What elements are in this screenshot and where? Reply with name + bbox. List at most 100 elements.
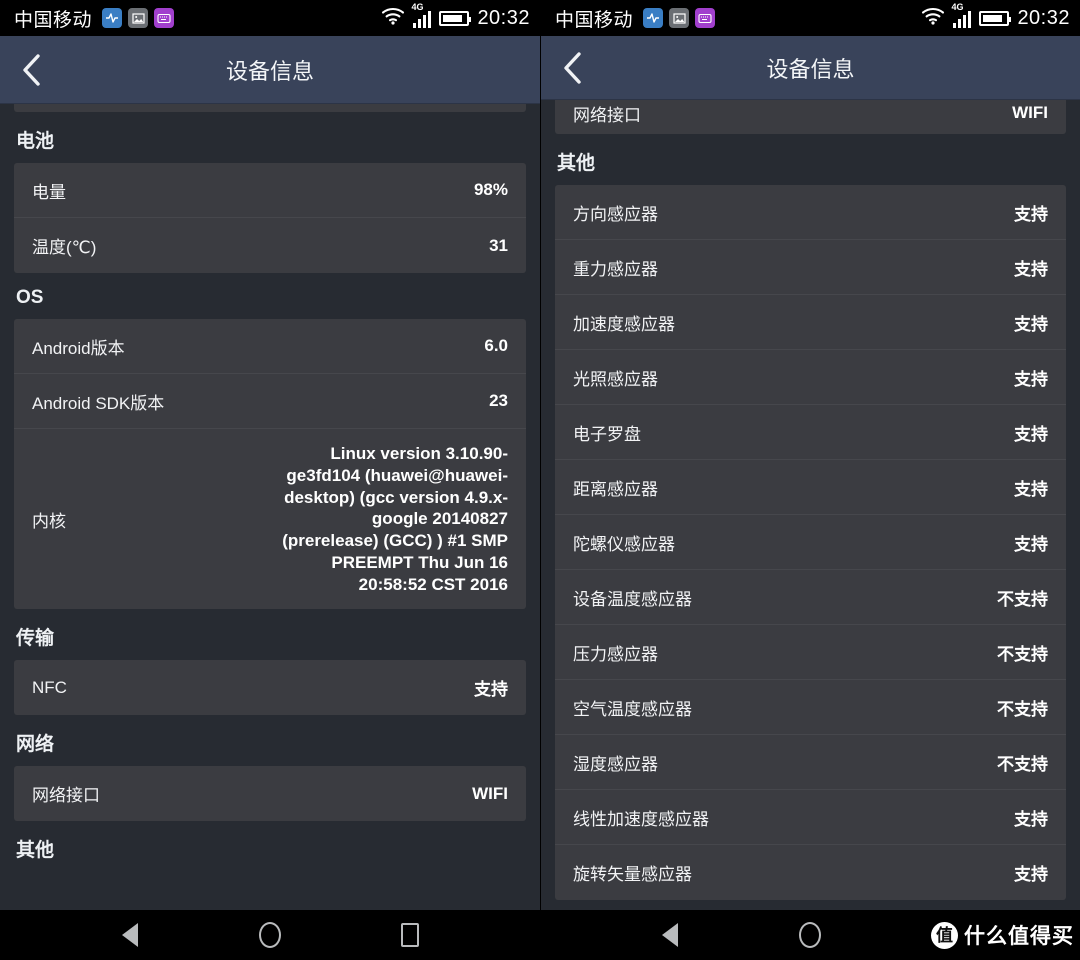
row-key: Android版本 [32,338,125,358]
row-key: 空气温度感应器 [573,699,692,719]
card-network: 网络接口 WIFI [14,766,526,822]
recents-square-icon[interactable] [383,910,437,960]
row-key: 重力感应器 [573,259,658,279]
row-value: 支持 [1014,534,1048,554]
status-notification-icons [643,8,716,28]
table-row[interactable]: 光照感应器 支持 [555,350,1066,405]
row-value: 不支持 [997,699,1048,719]
network-type-label: 4G [411,2,424,12]
right-content-scroll[interactable]: 网络接口 WIFI 其他 方向感应器 支持 重力感应器 支持 加速度感应器 支持 [541,100,1080,960]
row-value: 支持 [1014,204,1048,224]
section-title-battery: 电池 [16,131,55,152]
row-key: Android SDK版本 [32,393,165,413]
row-value: 不支持 [997,644,1048,664]
table-row[interactable]: Android SDK版本 23 [14,374,526,429]
watermark-text: 什么值得买 [964,925,1074,948]
image-badge-icon [128,8,149,28]
battery-icon [439,10,472,26]
clock-label: 20:32 [1017,6,1070,29]
row-value: 支持 [1014,369,1048,389]
signal-bars-icon: 4G [951,3,972,28]
row-value: 31 [489,235,508,255]
row-key: 网络接口 [32,786,100,806]
section-title-other-cut: 其他 [16,840,55,862]
row-value: 98% [473,180,508,199]
table-row[interactable]: 方向感应器 支持 [555,185,1066,240]
row-value: 23 [489,391,508,410]
row-value: WIFI [1012,103,1048,122]
keyboard-badge-icon [154,8,175,28]
section-title-other: 其他 [557,153,596,174]
row-key: 线性加速度感应器 [573,809,709,829]
pulse-badge-icon [102,8,123,28]
status-notification-icons [102,8,175,28]
row-value: 支持 [474,680,508,700]
status-right-icons: 4G 20:32 [921,3,1070,30]
row-value: 不支持 [997,589,1048,609]
status-right-icons: 4G 20:32 [381,3,530,30]
watermark: 值 什么值得买 [931,920,1074,950]
carrier-label: 中国移动 [14,9,93,31]
chevron-left-icon [23,53,40,86]
table-row[interactable]: 湿度感应器 不支持 [555,735,1066,790]
back-button[interactable] [0,36,64,103]
home-circle-icon[interactable] [243,910,297,960]
table-row[interactable]: 设备温度感应器 不支持 [555,570,1066,625]
status-bar-right: 中国移动 4G 20:32 [541,0,1080,36]
row-key: 设备温度感应器 [573,589,692,609]
wifi-icon [381,7,405,30]
signal-bars-icon: 4G [411,3,432,28]
table-row[interactable]: NFC 支持 [14,660,526,715]
row-key: 加速度感应器 [573,314,675,334]
row-key: NFC [32,677,67,697]
app-bar-right: 设备信息 [541,36,1080,100]
network-type-label: 4G [951,2,964,12]
chevron-left-icon [564,51,581,84]
left-phone-screen: 中国移动 4G 20:32 设备信息 电池 电量 98% 温度(℃) 31 OS… [0,0,540,960]
row-value: 支持 [1014,809,1048,829]
page-title: 设备信息 [766,56,855,82]
status-bar-left: 中国移动 4G 20:32 [0,0,540,36]
watermark-logo-icon: 值 [931,921,958,949]
nav-buttons-left [0,910,540,960]
table-row[interactable]: 电量 98% [14,163,526,218]
table-row[interactable]: 加速度感应器 支持 [555,295,1066,350]
row-key: 内核 [32,511,66,531]
table-row[interactable]: Android版本 6.0 [14,319,526,374]
table-row[interactable]: 温度(℃) 31 [14,218,526,273]
pulse-badge-icon [643,8,664,28]
app-bar-left: 设备信息 [0,36,540,104]
card-battery: 电量 98% 温度(℃) 31 [14,163,526,273]
left-content-scroll[interactable]: 电池 电量 98% 温度(℃) 31 OS Android版本 6.0 Andr… [0,104,540,960]
back-triangle-icon[interactable] [103,910,157,960]
row-key: 方向感应器 [573,204,658,224]
section-title-transfer: 传输 [16,628,55,650]
table-row[interactable]: 电子罗盘 支持 [555,405,1066,460]
row-value: WIFI [472,783,508,803]
row-value: 支持 [1014,259,1048,279]
card-os: Android版本 6.0 Android SDK版本 23 内核 Linux … [14,319,526,610]
back-triangle-icon[interactable] [643,910,697,960]
row-value: 支持 [1014,314,1048,334]
table-row[interactable]: 重力感应器 支持 [555,240,1066,295]
row-key: 光照感应器 [573,369,658,389]
home-circle-icon[interactable] [783,910,837,960]
clipped-card-sliver [14,104,526,112]
row-key: 压力感应器 [573,644,658,664]
row-key: 温度(℃) [32,238,97,257]
row-value: 6.0 [484,336,508,355]
table-row[interactable]: 线性加速度感应器 支持 [555,790,1066,845]
row-value: 支持 [1014,479,1048,499]
table-row[interactable]: 网络接口 WIFI [14,766,526,821]
table-row[interactable]: 距离感应器 支持 [555,460,1066,515]
card-transfer: NFC 支持 [14,660,526,716]
table-row[interactable]: 陀螺仪感应器 支持 [555,515,1066,570]
table-row-kernel[interactable]: 内核 Linux version 3.10.90-ge3fd104 (huawe… [14,429,526,609]
table-row[interactable]: 压力感应器 不支持 [555,625,1066,680]
table-row[interactable]: 空气温度感应器 不支持 [555,680,1066,735]
table-row-clipped-network-interface[interactable]: 网络接口 WIFI [555,100,1066,134]
card-sensors: 方向感应器 支持 重力感应器 支持 加速度感应器 支持 光照感应器 支持 电子罗… [555,185,1066,900]
back-button[interactable] [541,36,605,99]
row-key: 距离感应器 [573,479,658,499]
table-row[interactable]: 旋转矢量感应器 支持 [555,845,1066,900]
